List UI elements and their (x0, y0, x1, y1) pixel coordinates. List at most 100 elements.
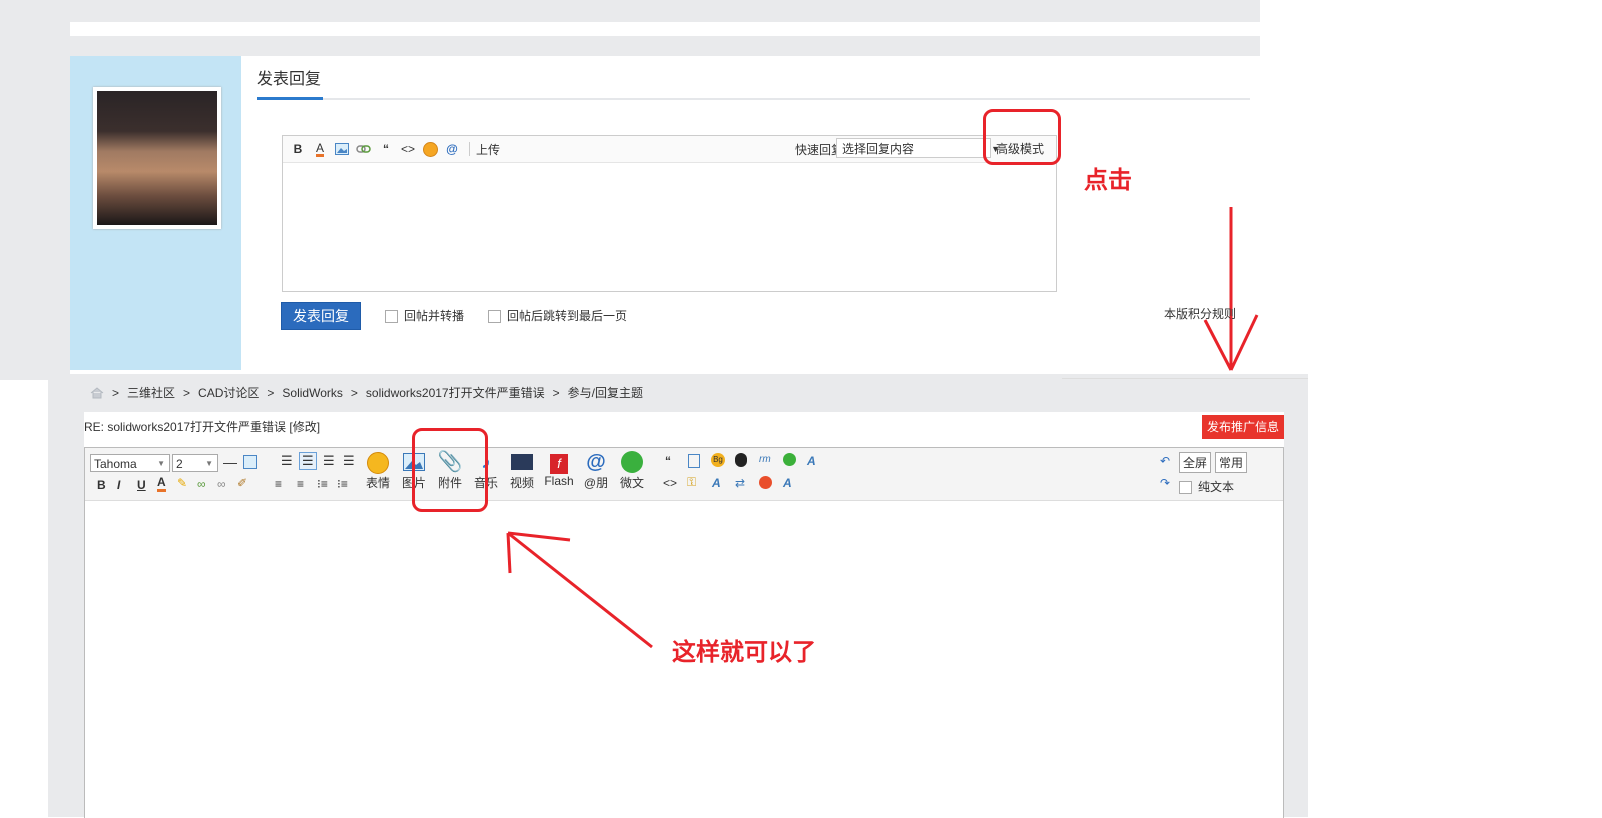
insert-video-button[interactable]: 视频 (505, 450, 539, 491)
insert-flash-button[interactable]: f Flash (542, 450, 576, 488)
plain-text-checkbox[interactable] (1179, 481, 1192, 495)
clear-format-icon[interactable]: ✐ (237, 476, 247, 490)
wechat-icon (615, 450, 649, 474)
video-icon (505, 450, 539, 474)
font-color-button[interactable]: A (309, 139, 331, 159)
bg-icon[interactable]: Bg (711, 453, 725, 467)
jump-checkbox[interactable] (488, 310, 501, 324)
unlink-icon[interactable]: ∞ (217, 477, 226, 491)
breadcrumb-item-thread[interactable]: solidworks2017打开文件严重错误 (366, 384, 545, 401)
quote-icon[interactable]: “ (665, 454, 671, 468)
breadcrumb-item-solidworks[interactable]: SolidWorks (282, 386, 342, 400)
emoji-button[interactable] (419, 139, 441, 159)
font-size-select[interactable]: 2 ▼ (172, 454, 218, 472)
upload-button[interactable]: 上传 (476, 141, 500, 158)
left-gray-band (0, 0, 70, 380)
post-title-input[interactable]: RE: solidworks2017打开文件严重错误 [修改] (84, 418, 320, 435)
redo-icon[interactable]: ↷ (1160, 476, 1170, 490)
quick-reply-select[interactable]: 选择回复内容 ▼ (836, 138, 1000, 158)
key-icon[interactable]: ⚿ (687, 475, 696, 490)
horizontal-rule-icon[interactable]: — (223, 454, 237, 470)
at-icon: @ (586, 451, 606, 473)
forward-option[interactable]: 回帖并转播 (385, 307, 464, 324)
breadcrumb-item-community[interactable]: 三维社区 (127, 384, 175, 401)
breadcrumb-item-cad[interactable]: CAD讨论区 (198, 384, 259, 401)
underline-button[interactable]: U (137, 478, 146, 492)
font-family-value: Tahoma (94, 457, 137, 471)
align-center-icon[interactable]: ☰ (299, 452, 317, 470)
undo-icon[interactable]: ↶ (1160, 454, 1170, 468)
unordered-list-icon[interactable]: ≡ (297, 477, 304, 491)
font-size-value: 2 (176, 457, 183, 471)
italic-button[interactable]: I (117, 478, 120, 492)
link-icon (356, 145, 371, 153)
plain-text-option[interactable]: 纯文本 (1179, 478, 1234, 495)
breadcrumb: > 三维社区 > CAD讨论区 > SolidWorks > solidwork… (90, 384, 643, 401)
emoji-icon (361, 450, 395, 474)
insert-emoji-button[interactable]: 表情 (361, 450, 395, 491)
common-button[interactable]: 常用 (1215, 452, 1248, 473)
indent-icon[interactable]: ⁝≡ (317, 477, 328, 491)
annotation-arrow-up-left (506, 531, 653, 649)
rm-icon[interactable]: rm (759, 454, 771, 465)
font-color-button[interactable]: A (157, 476, 166, 492)
highlight-icon[interactable]: ✎ (177, 476, 187, 490)
insert-wechat-button[interactable]: 微文 (615, 450, 649, 491)
annotation-highlight-image-attach (412, 428, 488, 512)
qq-icon[interactable] (735, 453, 747, 467)
home-icon[interactable] (90, 386, 104, 399)
jump-label: 回帖后跳转到最后一页 (507, 309, 628, 323)
swap-icon[interactable]: ⇄ (735, 476, 745, 490)
avatar[interactable] (97, 91, 217, 225)
title-underline (257, 97, 323, 100)
breadcrumb-separator: > (183, 385, 191, 400)
lower-top-line (1062, 378, 1308, 379)
font-a3-icon[interactable]: A (807, 454, 816, 468)
image-button[interactable] (331, 139, 353, 159)
reply-section-title: 发表回复 (257, 71, 322, 88)
player-icon[interactable] (783, 453, 796, 466)
align-right-icon[interactable]: ☰ (323, 453, 335, 469)
breadcrumb-separator: > (350, 385, 358, 400)
bold-button[interactable]: B (97, 478, 106, 492)
chevron-down-icon: ▼ (157, 459, 165, 468)
table-icon[interactable] (243, 455, 257, 469)
font-a2-icon[interactable]: A (783, 476, 792, 490)
template-icon[interactable] (688, 454, 700, 468)
at-button[interactable]: @ (441, 139, 463, 159)
quote-button[interactable]: “ (375, 139, 397, 159)
ordered-list-icon[interactable]: ≡ (275, 477, 282, 491)
link-icon[interactable]: ∞ (197, 477, 206, 491)
jump-option[interactable]: 回帖后跳转到最后一页 (488, 307, 627, 324)
annotation-arrow-down (1203, 207, 1259, 371)
chevron-down-icon: ▼ (205, 459, 213, 468)
align-justify-icon[interactable]: ☰ (343, 453, 355, 469)
font-color-icon: A (315, 140, 324, 157)
points-rules-link[interactable]: 本版积分规则 (1164, 305, 1236, 322)
outdent-icon[interactable]: ⁝≡ (337, 477, 348, 491)
bold-button[interactable]: B (287, 139, 309, 159)
align-left-icon[interactable]: ☰ (281, 453, 293, 469)
promo-button[interactable]: 发布推广信息 (1202, 415, 1284, 439)
image-icon (335, 143, 349, 155)
code-icon[interactable]: <> (663, 476, 677, 490)
annotation-highlight-advanced (983, 109, 1061, 165)
breadcrumb-separator: > (112, 385, 120, 400)
forward-checkbox[interactable] (385, 310, 398, 324)
fullscreen-button[interactable]: 全屏 (1179, 452, 1212, 473)
code-button[interactable]: <> (397, 139, 419, 159)
top-gray-band (70, 0, 1260, 22)
quick-reply-select-value: 选择回复内容 (842, 142, 915, 156)
font-a-icon[interactable]: A (712, 476, 721, 490)
link-button[interactable] (353, 139, 375, 159)
font-family-select[interactable]: Tahoma ▼ (90, 454, 170, 472)
annotation-click-text: 点击 (1084, 167, 1132, 194)
media-icon[interactable] (759, 476, 772, 489)
emoji-icon (422, 141, 438, 157)
annotation-result-text: 这样就可以了 (672, 639, 816, 666)
plain-text-label: 纯文本 (1198, 480, 1235, 494)
insert-at-button[interactable]: @ @朋 (579, 450, 613, 491)
submit-reply-button[interactable]: 发表回复 (281, 302, 361, 330)
forward-label: 回帖并转播 (404, 309, 465, 323)
insert-at-label: @朋 (583, 476, 609, 490)
